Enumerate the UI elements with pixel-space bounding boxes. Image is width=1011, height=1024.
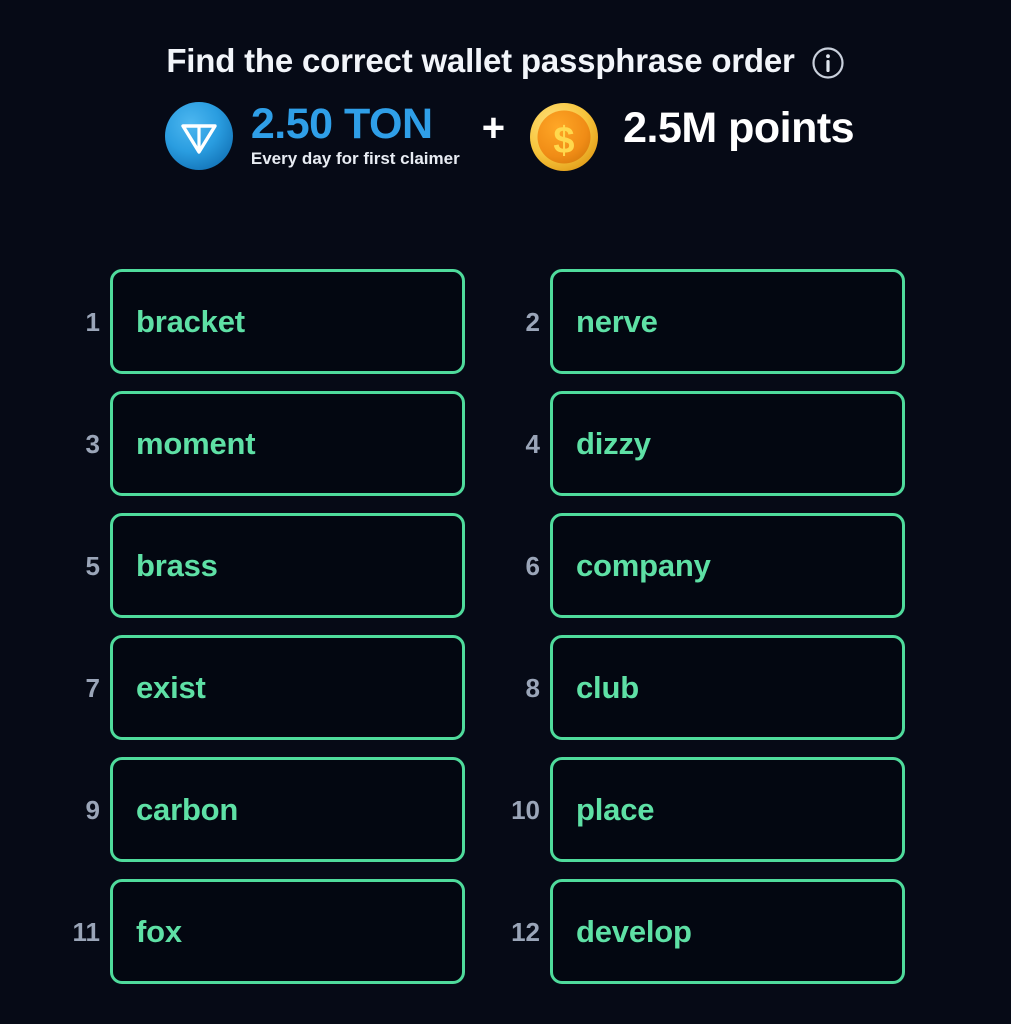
word-box[interactable]: nerve — [550, 269, 905, 374]
ton-note: Every day for first claimer — [250, 149, 460, 169]
word-cell-2: 2 nerve — [510, 269, 950, 374]
ton-amount: 2.50 TON — [250, 99, 433, 148]
word-index: 8 — [525, 672, 540, 703]
word-label: nerve — [576, 304, 658, 339]
word-box[interactable]: place — [550, 757, 905, 862]
word-label: dizzy — [576, 426, 651, 461]
word-index: 3 — [85, 428, 100, 459]
word-box[interactable]: develop — [550, 879, 905, 984]
word-box[interactable]: fox — [110, 879, 465, 984]
word-box[interactable]: carbon — [110, 757, 465, 862]
gold-coin-dollar-icon: $ — [530, 103, 599, 171]
word-cell-3: 3 moment — [70, 391, 510, 496]
word-box[interactable]: moment — [110, 391, 465, 496]
word-index: 9 — [85, 794, 100, 825]
word-index: 5 — [85, 550, 100, 581]
word-cell-8: 8 club — [510, 635, 950, 740]
word-box[interactable]: club — [550, 635, 905, 740]
word-index: 6 — [525, 550, 540, 581]
word-cell-7: 7 exist — [70, 635, 510, 740]
ton-coin-icon — [164, 102, 233, 170]
word-cell-1: 1 bracket — [70, 269, 510, 374]
word-index: 11 — [72, 916, 101, 947]
word-label: brass — [136, 548, 218, 583]
word-label: place — [576, 792, 655, 827]
word-box[interactable]: company — [550, 513, 905, 618]
word-index: 4 — [525, 428, 540, 459]
ton-reward-block: 2.50 TON Every day for first claimer — [250, 99, 460, 170]
word-label: company — [576, 548, 711, 583]
word-label: develop — [576, 914, 692, 949]
word-index: 12 — [511, 916, 540, 947]
header: Find the correct wallet passphrase order — [0, 0, 1011, 80]
page-title: Find the correct wallet passphrase order — [166, 42, 795, 79]
word-cell-12: 12 develop — [510, 879, 950, 984]
word-index: 2 — [525, 306, 540, 337]
word-label: fox — [136, 914, 182, 949]
word-cell-4: 4 dizzy — [510, 391, 950, 496]
word-label: carbon — [136, 792, 239, 827]
passphrase-order-screen: Find the correct wallet passphrase order… — [0, 0, 1011, 1024]
word-label: moment — [136, 426, 256, 461]
word-cell-11: 11 fox — [70, 879, 510, 984]
word-label: club — [576, 670, 639, 705]
svg-text:$: $ — [554, 120, 575, 162]
word-label: bracket — [136, 304, 245, 339]
word-box[interactable]: bracket — [110, 269, 465, 374]
word-index: 1 — [85, 306, 100, 337]
word-box[interactable]: dizzy — [550, 391, 905, 496]
word-cell-9: 9 carbon — [70, 757, 510, 862]
word-cell-6: 6 company — [510, 513, 950, 618]
word-label: exist — [136, 670, 206, 705]
word-index: 10 — [511, 794, 540, 825]
word-index: 7 — [85, 672, 100, 703]
word-cell-5: 5 brass — [70, 513, 510, 618]
info-circle-icon[interactable] — [811, 46, 845, 80]
points-amount: 2.5M points — [623, 104, 855, 152]
reward-row: 2.50 TON Every day for first claimer + $ — [0, 98, 1011, 174]
word-box[interactable]: brass — [110, 513, 465, 618]
passphrase-word-grid: 1 bracket 2 nerve 3 moment 4 dizzy 5 bra… — [0, 269, 1011, 984]
plus-separator: + — [481, 106, 506, 150]
word-cell-10: 10 place — [510, 757, 950, 862]
word-box[interactable]: exist — [110, 635, 465, 740]
